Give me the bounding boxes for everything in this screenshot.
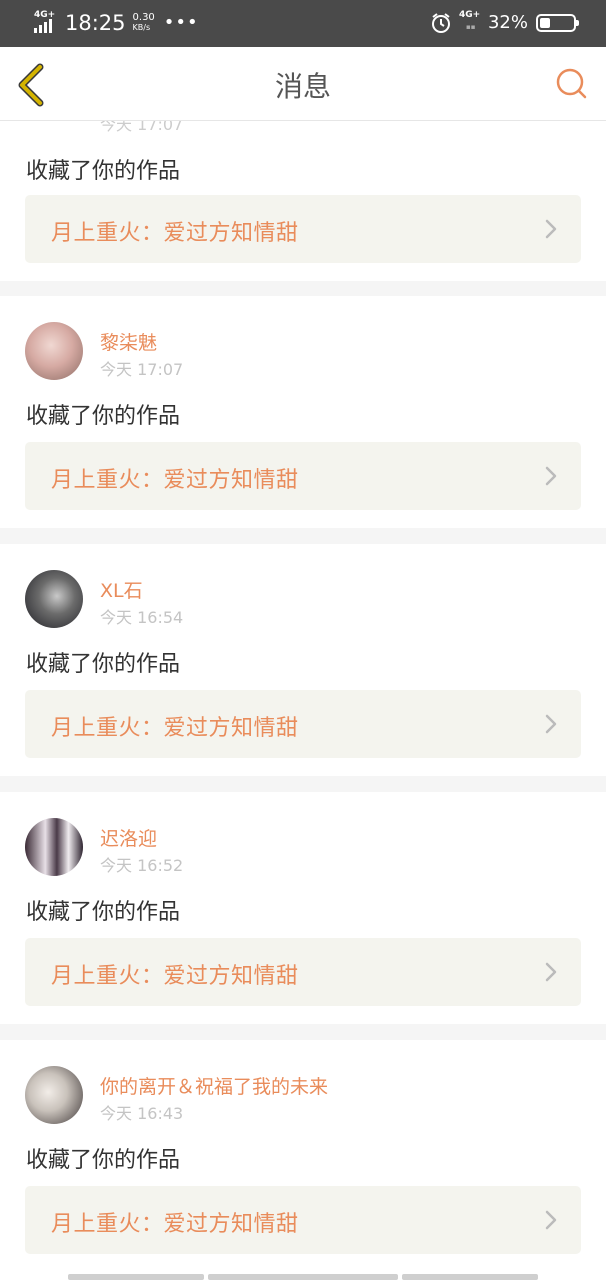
- username[interactable]: 黎柒魅: [100, 328, 157, 355]
- chevron-right-icon: [545, 714, 557, 734]
- avatar[interactable]: [25, 1066, 83, 1124]
- work-link[interactable]: 月上重火：爱过方知情甜: [25, 938, 581, 1006]
- work-link[interactable]: 月上重火：爱过方知情甜: [25, 1186, 581, 1254]
- more-notifications-icon: •••: [163, 12, 199, 33]
- work-link[interactable]: 月上重火：爱过方知情甜: [25, 195, 581, 263]
- network-speed: 0.30 KB/s: [133, 13, 155, 33]
- avatar[interactable]: [25, 322, 83, 380]
- chevron-right-icon: [545, 962, 557, 982]
- work-title: 月上重火：爱过方知情甜: [51, 964, 299, 989]
- network-type-label-2: 4G+: [458, 10, 481, 20]
- chevron-right-icon: [545, 219, 557, 239]
- clock-time: 18:25: [65, 11, 126, 35]
- work-link[interactable]: 月上重火：爱过方知情甜: [25, 690, 581, 758]
- bottom-divider: [68, 1274, 204, 1280]
- message-card: 你的离开＆祝福了我的未来 今天 16:43 收藏了你的作品 月上重火：爱过方知情…: [0, 1040, 606, 1280]
- work-title: 月上重火：爱过方知情甜: [51, 1212, 299, 1237]
- action-text: 收藏了你的作品: [26, 900, 181, 925]
- action-text: 收藏了你的作品: [26, 159, 181, 184]
- work-title: 月上重火：爱过方知情甜: [51, 716, 299, 741]
- message-card: 今天 17:07 收藏了你的作品 月上重火：爱过方知情甜: [0, 121, 606, 281]
- username[interactable]: 迟洛迎: [100, 824, 157, 851]
- action-text: 收藏了你的作品: [26, 404, 181, 429]
- top-nav-bar: 消息: [0, 47, 606, 121]
- work-link[interactable]: 月上重火：爱过方知情甜: [25, 442, 581, 510]
- cellular-signal-icon: 4G+: [34, 10, 60, 35]
- message-time: 今天 17:07: [100, 121, 184, 134]
- chevron-right-icon: [545, 466, 557, 486]
- work-title: 月上重火：爱过方知情甜: [51, 221, 299, 246]
- action-text: 收藏了你的作品: [26, 652, 181, 677]
- cellular-signal-icon-2: 4G+ ▪▪: [458, 10, 481, 31]
- message-card: 迟洛迎 今天 16:52 收藏了你的作品 月上重火：爱过方知情甜: [0, 792, 606, 1024]
- battery-percent: 32%: [487, 12, 528, 33]
- username[interactable]: 你的离开＆祝福了我的未来: [100, 1072, 328, 1099]
- action-text: 收藏了你的作品: [26, 1148, 181, 1173]
- message-list[interactable]: 今天 17:07 收藏了你的作品 月上重火：爱过方知情甜 黎柒魅 今天 17:0…: [0, 121, 606, 1280]
- message-time: 今天 17:07: [100, 360, 184, 379]
- bottom-divider: [402, 1274, 538, 1280]
- chevron-right-icon: [545, 1210, 557, 1230]
- bottom-divider: [208, 1274, 398, 1280]
- message-time: 今天 16:43: [100, 1104, 184, 1123]
- message-time: 今天 16:54: [100, 608, 184, 627]
- message-time: 今天 16:52: [100, 856, 184, 875]
- avatar[interactable]: [25, 818, 83, 876]
- avatar[interactable]: [25, 570, 83, 628]
- message-card: XL石 今天 16:54 收藏了你的作品 月上重火：爱过方知情甜: [0, 544, 606, 776]
- network-speed-value: 0.30: [132, 12, 155, 23]
- search-icon[interactable]: [554, 67, 590, 101]
- battery-icon: [536, 14, 579, 32]
- username[interactable]: XL石: [100, 576, 143, 603]
- alarm-clock-icon: [431, 13, 450, 33]
- work-title: 月上重火：爱过方知情甜: [51, 468, 299, 493]
- network-speed-unit: KB/s: [132, 23, 151, 32]
- message-card: 黎柒魅 今天 17:07 收藏了你的作品 月上重火：爱过方知情甜: [0, 296, 606, 528]
- status-bar: 4G+ 18:25 0.30 KB/s ••• 4G+ ▪▪ 32%: [0, 0, 606, 47]
- page-title: 消息: [274, 70, 331, 103]
